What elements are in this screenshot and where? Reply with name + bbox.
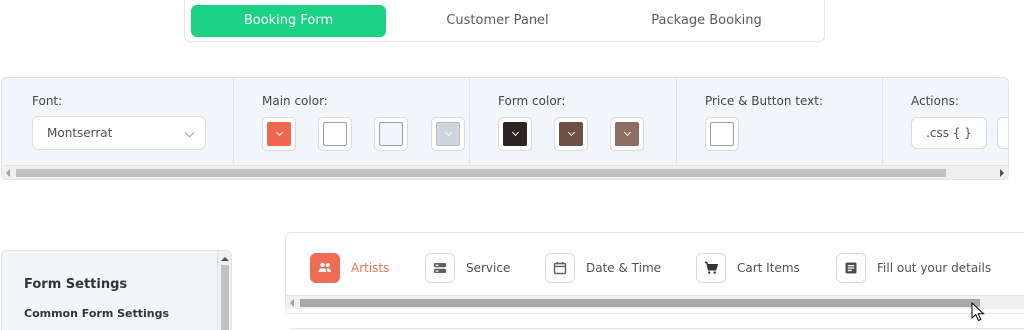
form-color-swatch-2[interactable] xyxy=(554,117,588,151)
step-label: Cart Items xyxy=(737,261,800,275)
step-artists[interactable]: Artists xyxy=(310,253,389,283)
chevron-down-icon xyxy=(623,128,631,137)
sidebar-title: Form Settings xyxy=(24,277,128,292)
step-label: Artists xyxy=(351,261,390,275)
main-color-swatch-4[interactable] xyxy=(431,117,465,151)
price-text-label: Price & Button text: xyxy=(705,94,823,108)
form-type-tabs: Booking Form Customer Panel Package Book… xyxy=(184,0,825,42)
step-cart-items[interactable]: Cart Items xyxy=(696,253,800,283)
step-label: Fill out your details xyxy=(877,261,992,275)
action-button-2[interactable] xyxy=(997,117,1008,149)
font-section: Font: Montserrat xyxy=(2,78,234,164)
main-color-section: Main color: xyxy=(234,78,470,164)
form-settings-sidebar: Form Settings Common Form Settings xyxy=(1,250,232,330)
users-icon xyxy=(310,253,340,283)
form-color-section: Form color: xyxy=(470,78,677,164)
booking-steps-bar: Artists Service Date & Time Cart Items F… xyxy=(285,232,1024,314)
main-color-swatch-3[interactable] xyxy=(374,117,408,151)
sidebar-item-common-form-settings[interactable]: Common Form Settings xyxy=(24,307,169,320)
step-fill-details[interactable]: Fill out your details xyxy=(836,253,991,283)
font-label: Font: xyxy=(32,94,63,108)
mouse-cursor-icon xyxy=(971,302,985,322)
chevron-down-icon xyxy=(184,127,195,138)
font-value: Montserrat xyxy=(47,126,113,140)
service-icon xyxy=(425,253,455,283)
steps-horizontal-scrollbar[interactable] xyxy=(286,295,1024,309)
toolbar-horizontal-scrollbar[interactable] xyxy=(2,165,1008,179)
main-color-label: Main color: xyxy=(262,94,328,108)
actions-label: Actions: xyxy=(911,94,959,108)
css-editor-button[interactable]: .css { } xyxy=(911,117,987,149)
price-text-section: Price & Button text: xyxy=(677,78,883,164)
step-service[interactable]: Service xyxy=(425,253,510,283)
scroll-up-icon[interactable] xyxy=(221,257,229,261)
scrollbar-thumb[interactable] xyxy=(16,169,946,177)
details-icon xyxy=(836,253,866,283)
chevron-down-icon xyxy=(567,128,575,137)
scrollbar-thumb[interactable] xyxy=(221,265,229,330)
tab-package-booking[interactable]: Package Booking xyxy=(609,5,804,37)
main-color-swatch-2[interactable] xyxy=(318,117,352,151)
chevron-down-icon xyxy=(511,128,519,137)
scroll-right-icon[interactable] xyxy=(1000,169,1004,177)
font-select[interactable]: Montserrat xyxy=(32,116,206,150)
form-color-swatch-1[interactable] xyxy=(498,117,532,151)
cart-icon xyxy=(696,253,726,283)
chevron-down-icon xyxy=(444,128,452,137)
price-text-swatch[interactable] xyxy=(705,117,739,151)
tab-booking-form[interactable]: Booking Form xyxy=(191,4,386,37)
tab-customer-panel[interactable]: Customer Panel xyxy=(400,5,595,37)
form-color-label: Form color: xyxy=(498,94,566,108)
main-color-swatch-1[interactable] xyxy=(262,117,296,151)
step-label: Date & Time xyxy=(586,261,662,275)
calendar-icon xyxy=(545,253,575,283)
scroll-left-icon[interactable] xyxy=(6,169,10,177)
sidebar-vertical-scrollbar[interactable] xyxy=(217,251,231,330)
chevron-down-icon xyxy=(275,128,283,137)
actions-section: Actions: .css { } xyxy=(883,78,1008,164)
form-color-swatch-3[interactable] xyxy=(610,117,644,151)
step-label: Service xyxy=(466,261,511,275)
scroll-left-icon[interactable] xyxy=(290,299,294,307)
style-toolbar: Font: Montserrat Main color: Form color: xyxy=(1,77,1009,180)
step-date-time[interactable]: Date & Time xyxy=(545,253,661,283)
scrollbar-thumb[interactable] xyxy=(300,299,980,307)
